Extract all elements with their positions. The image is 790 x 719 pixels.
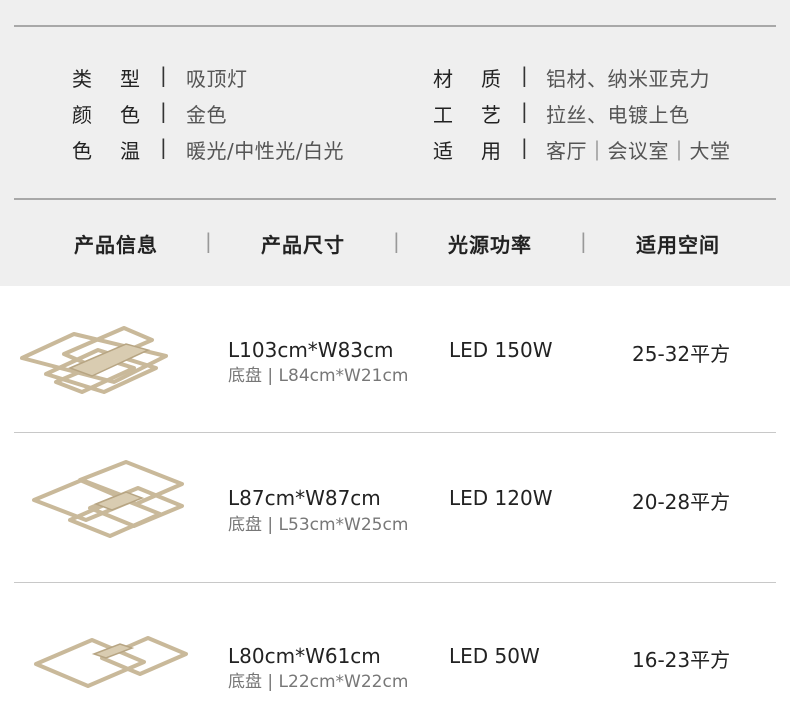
ceiling-lamp-image-3 [34, 636, 188, 688]
row-divider [14, 582, 776, 583]
spec-separator: | [521, 135, 528, 159]
header-separator: | [580, 229, 587, 253]
row-3-base: 底盘 | L22cm*W22cm [228, 667, 408, 692]
row-3-size: L80cm*W61cm [228, 644, 381, 668]
row-2-size: L87cm*W87cm [228, 486, 381, 510]
base-separator: | [267, 366, 274, 386]
spec-label-usage: 适用 [433, 139, 529, 163]
header-product-size: 产品尺寸 [261, 233, 345, 257]
spec-label-color: 颜色 [72, 103, 168, 127]
spec-value-type: 吸顶灯 [186, 67, 248, 91]
spec-value-craft: 拉丝、电镀上色 [546, 103, 690, 127]
spec-value-color-temp: 暖光/中性光/白光 [186, 139, 344, 163]
base-separator: | [267, 515, 274, 535]
header-light-power: 光源功率 [448, 233, 532, 257]
spec-separator: | [160, 99, 167, 123]
row-1-power: LED 150W [449, 338, 553, 362]
spec-label-type: 类型 [72, 67, 168, 91]
header-separator: | [393, 229, 400, 253]
top-rule [14, 25, 776, 27]
base-label: 底盘 [228, 366, 262, 386]
header-product-info: 产品信息 [74, 233, 158, 257]
spec-separator: | [521, 99, 528, 123]
base-size: L22cm*W22cm [278, 672, 409, 692]
ceiling-lamp-image-1 [20, 326, 168, 394]
base-label: 底盘 [228, 672, 262, 692]
spec-value-usage: 客厅｜会议室｜大堂 [546, 139, 731, 163]
row-3-space: 16-23平方 [632, 648, 731, 672]
spec-label-material: 材质 [433, 67, 529, 91]
row-1-base: 底盘 | L84cm*W21cm [228, 361, 408, 386]
spec-separator: | [160, 135, 167, 159]
header-separator: | [205, 229, 212, 253]
middle-rule [14, 198, 776, 200]
spec-separator: | [160, 63, 167, 87]
header-applicable-space: 适用空间 [636, 233, 720, 257]
row-2-space: 20-28平方 [632, 490, 731, 514]
spec-value-material: 铝材、纳米亚克力 [546, 67, 710, 91]
ceiling-lamp-image-2 [32, 460, 184, 538]
spec-separator: | [521, 63, 528, 87]
base-label: 底盘 [228, 515, 262, 535]
base-separator: | [267, 672, 274, 692]
spec-label-craft: 工艺 [433, 103, 529, 127]
row-3-power: LED 50W [449, 644, 540, 668]
row-2-power: LED 120W [449, 486, 553, 510]
base-size: L53cm*W25cm [278, 515, 409, 535]
spec-value-color: 金色 [186, 103, 227, 127]
row-2-base: 底盘 | L53cm*W25cm [228, 510, 408, 535]
spec-label-color-temp: 色温 [72, 139, 168, 163]
row-1-space: 25-32平方 [632, 342, 731, 366]
base-size: L84cm*W21cm [278, 366, 409, 386]
row-1-size: L103cm*W83cm [228, 338, 394, 362]
row-divider [14, 432, 776, 433]
